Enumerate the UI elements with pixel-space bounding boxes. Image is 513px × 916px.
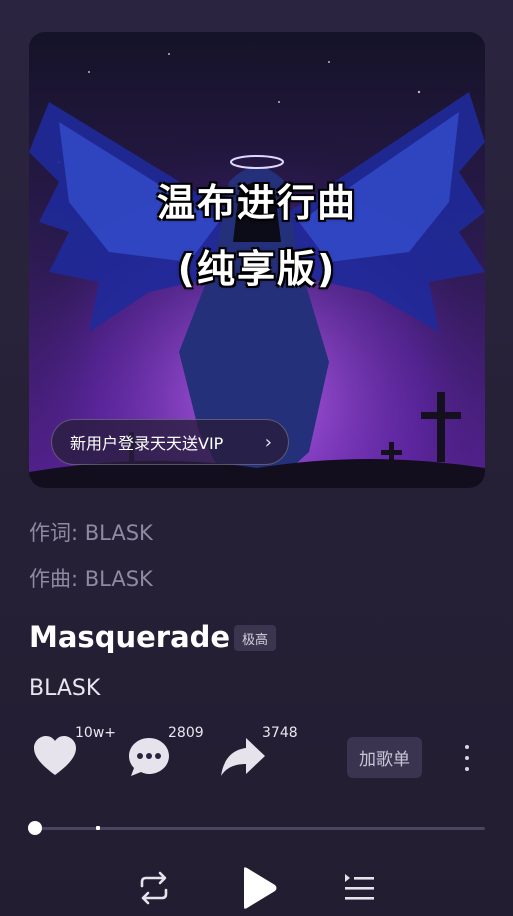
song-title: Masquerade [29,620,231,654]
comment-button[interactable] [127,736,171,778]
progress-buffered-marker [96,826,100,830]
add-to-playlist-button[interactable]: 加歌单 [347,737,422,778]
more-vertical-icon [465,745,469,749]
lyricist-credit: 作词: BLASK [29,521,153,545]
heart-icon [34,736,76,775]
playlist-button[interactable] [342,872,376,904]
chevron-right-icon: › [264,432,272,453]
repeat-button[interactable] [136,870,172,906]
share-count: 3748 [262,725,298,741]
vip-promo-button[interactable]: 新用户登录天天送VIP › [51,419,289,465]
more-button[interactable] [458,741,476,775]
composer-credit: 作曲: BLASK [29,567,153,591]
artist-name[interactable]: BLASK [29,676,100,701]
album-cover[interactable]: 温布进行曲 (纯享版) 新用户登录天天送VIP › [29,32,485,488]
repeat-icon [140,871,168,905]
progress-bar[interactable] [35,827,485,830]
cover-title-line2: (纯享版) [177,247,337,291]
like-count: 10w+ [75,725,116,741]
vip-promo-label: 新用户登录天天送VIP [70,434,224,453]
quality-badge[interactable]: 极高 [234,625,276,651]
playlist-icon [345,874,374,900]
share-icon [221,738,265,776]
more-dot [465,767,469,771]
play-button[interactable] [238,866,278,910]
like-button[interactable] [32,735,78,777]
progress-thumb[interactable] [28,821,42,835]
play-icon [244,867,277,909]
share-button[interactable] [220,736,266,778]
comment-count: 2809 [168,725,204,741]
comment-icon [129,738,169,776]
player-screen: 温布进行曲 (纯享版) 新用户登录天天送VIP › 作词: BLASK 作曲: … [0,0,513,916]
cover-title-line1: 温布进行曲 [156,181,357,225]
more-dot [465,756,469,760]
